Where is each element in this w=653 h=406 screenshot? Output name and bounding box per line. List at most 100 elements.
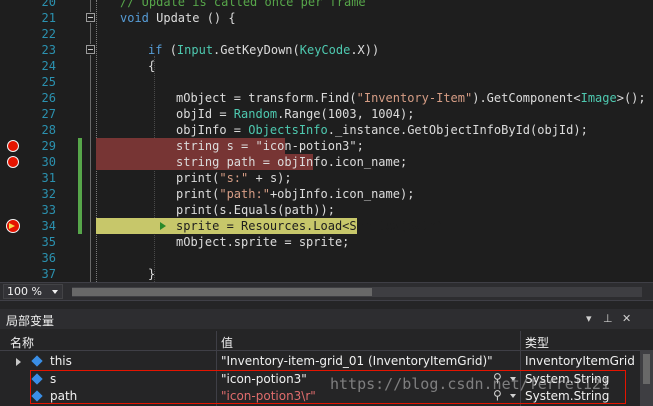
line-number: 24 xyxy=(41,59,56,73)
variable-name: this xyxy=(50,354,72,368)
breakpoint-gutter[interactable] xyxy=(0,42,26,58)
breakpoint-gutter[interactable] xyxy=(0,10,26,26)
breakpoint-gutter[interactable] xyxy=(0,218,26,234)
code-text: mObject = transform.Find("Inventory-Item… xyxy=(176,91,646,105)
locals-row-this[interactable]: this "Inventory-item-grid_01 (InventoryI… xyxy=(0,353,640,370)
code-line[interactable]: 22 xyxy=(0,26,653,42)
variable-icon xyxy=(31,355,43,367)
line-number: 32 xyxy=(41,187,56,201)
code-text: string path = objInfo.icon_name; xyxy=(176,155,408,169)
code-text: sprite = Resources.Load<Sprite>(path); xyxy=(176,219,451,233)
code-text: void Update () { xyxy=(120,11,236,25)
editor-status-bar: 100 % xyxy=(0,282,653,300)
pin-icon[interactable]: ⊥ xyxy=(603,312,613,325)
current-statement-breakpoint-icon[interactable] xyxy=(6,219,20,233)
breakpoint-gutter[interactable] xyxy=(0,202,26,218)
dropdown-icon[interactable]: ▾ xyxy=(586,312,592,325)
code-line[interactable]: 34 sprite = Resources.Load<Sprite>(path); xyxy=(0,218,653,234)
horizontal-scrollbar[interactable] xyxy=(72,287,642,297)
change-indicator xyxy=(78,154,82,170)
line-number: 20 xyxy=(41,0,56,9)
chevron-down-icon xyxy=(52,290,58,294)
line-number: 27 xyxy=(41,107,56,121)
breakpoint-gutter[interactable] xyxy=(0,186,26,202)
line-number: 21 xyxy=(41,11,56,25)
code-line[interactable]: 30 string path = objInfo.icon_name; xyxy=(0,154,653,170)
breakpoint-gutter[interactable] xyxy=(0,106,26,122)
watermark: https://blog.csdn.net/ferrel121 xyxy=(330,375,610,393)
code-text: objInfo = ObjectsInfo._instance.GetObjec… xyxy=(176,123,588,137)
line-number: 26 xyxy=(41,91,56,105)
code-text: // Update is called once per frame xyxy=(120,0,366,9)
zoom-value: 100 % xyxy=(7,285,42,298)
breakpoint-icon[interactable] xyxy=(7,156,19,168)
line-number: 33 xyxy=(41,203,56,217)
breakpoint-gutter[interactable] xyxy=(0,58,26,74)
column-header-value[interactable]: 值 xyxy=(221,334,233,351)
column-headers: 名称 值 类型 xyxy=(0,331,640,351)
code-text: print("s:" + s); xyxy=(176,171,292,185)
code-editor[interactable]: 20 // Update is called once per frame 21 vo… xyxy=(0,0,653,282)
code-line[interactable]: 29 string s = "icon-potion3"; xyxy=(0,138,653,154)
code-line[interactable]: 31 print("s:" + s); xyxy=(0,170,653,186)
line-number: 25 xyxy=(41,75,56,89)
code-line[interactable]: 20 // Update is called once per frame xyxy=(0,0,653,10)
line-number: 34 xyxy=(41,219,56,233)
code-line[interactable]: 36 xyxy=(0,250,653,266)
breakpoint-gutter[interactable] xyxy=(0,0,26,10)
code-text: string s = "icon-potion3"; xyxy=(176,139,364,153)
line-number: 28 xyxy=(41,123,56,137)
variable-type: InventoryItemGrid xyxy=(525,354,635,368)
code-line[interactable]: 24 { xyxy=(0,58,653,74)
line-number: 23 xyxy=(41,43,56,57)
change-indicator xyxy=(78,138,82,154)
zoom-dropdown[interactable]: 100 % xyxy=(3,284,63,299)
line-number: 30 xyxy=(41,155,56,169)
breakpoint-gutter[interactable] xyxy=(0,74,26,90)
breakpoint-gutter[interactable] xyxy=(0,90,26,106)
change-indicator xyxy=(78,186,82,202)
scrollbar-thumb[interactable] xyxy=(643,354,650,384)
variable-value[interactable]: "Inventory-item-grid_01 (InventoryItemGr… xyxy=(221,354,493,368)
code-text: print("path:"+objInfo.icon_name); xyxy=(176,187,415,201)
breakpoint-gutter[interactable] xyxy=(0,170,26,186)
breakpoint-gutter[interactable] xyxy=(0,266,26,282)
breakpoint-gutter[interactable] xyxy=(0,122,26,138)
code-line[interactable]: 25 xyxy=(0,74,653,90)
code-line[interactable]: 27 objId = Random.Range(1003, 1004); xyxy=(0,106,653,122)
code-line[interactable]: 33 print(s.Equals(path)); xyxy=(0,202,653,218)
code-line[interactable]: 37} xyxy=(0,266,653,282)
line-number: 35 xyxy=(41,235,56,249)
breakpoint-gutter[interactable] xyxy=(0,234,26,250)
code-text: } xyxy=(148,267,156,281)
change-indicator xyxy=(78,202,82,218)
code-text: mObject.sprite = sprite; xyxy=(176,235,350,249)
code-line[interactable]: 28 objInfo = ObjectsInfo._instance.GetObj… xyxy=(0,122,653,138)
code-line[interactable]: 23 if (Input.GetKeyDown(KeyCode.X)) xyxy=(0,42,653,58)
code-line[interactable]: 21 void Update () { xyxy=(0,10,653,26)
code-line[interactable]: 32 print("path:"+objInfo.icon_name); xyxy=(0,186,653,202)
code-text: objId = Random.Range(1003, 1004); xyxy=(176,107,415,121)
breakpoint-gutter[interactable] xyxy=(0,154,26,170)
code-text: { xyxy=(148,59,156,73)
code-text: print(s.Equals(path)); xyxy=(176,203,335,217)
code-line[interactable]: 26 mObject = transform.Find("Inventory-It… xyxy=(0,90,653,106)
run-to-click-icon[interactable] xyxy=(160,222,166,230)
locals-title: 局部变量 xyxy=(6,314,55,328)
column-header-type[interactable]: 类型 xyxy=(525,334,549,351)
breakpoint-icon[interactable] xyxy=(7,140,19,152)
vertical-scrollbar[interactable] xyxy=(640,350,653,406)
expand-arrow-icon[interactable] xyxy=(16,358,21,366)
line-number: 22 xyxy=(41,27,56,41)
breakpoint-gutter[interactable] xyxy=(0,250,26,266)
scrollbar-thumb[interactable] xyxy=(72,288,372,296)
code-line[interactable]: 35 mObject.sprite = sprite; xyxy=(0,234,653,250)
change-indicator xyxy=(78,170,82,186)
breakpoint-gutter[interactable] xyxy=(0,26,26,42)
change-indicator xyxy=(78,218,82,234)
column-header-name[interactable]: 名称 xyxy=(10,334,34,351)
line-number: 37 xyxy=(41,267,56,281)
breakpoint-gutter[interactable] xyxy=(0,138,26,154)
locals-titlebar: 局部变量 ▾ ⊥ ✕ xyxy=(0,309,653,329)
close-icon[interactable]: ✕ xyxy=(622,312,631,325)
